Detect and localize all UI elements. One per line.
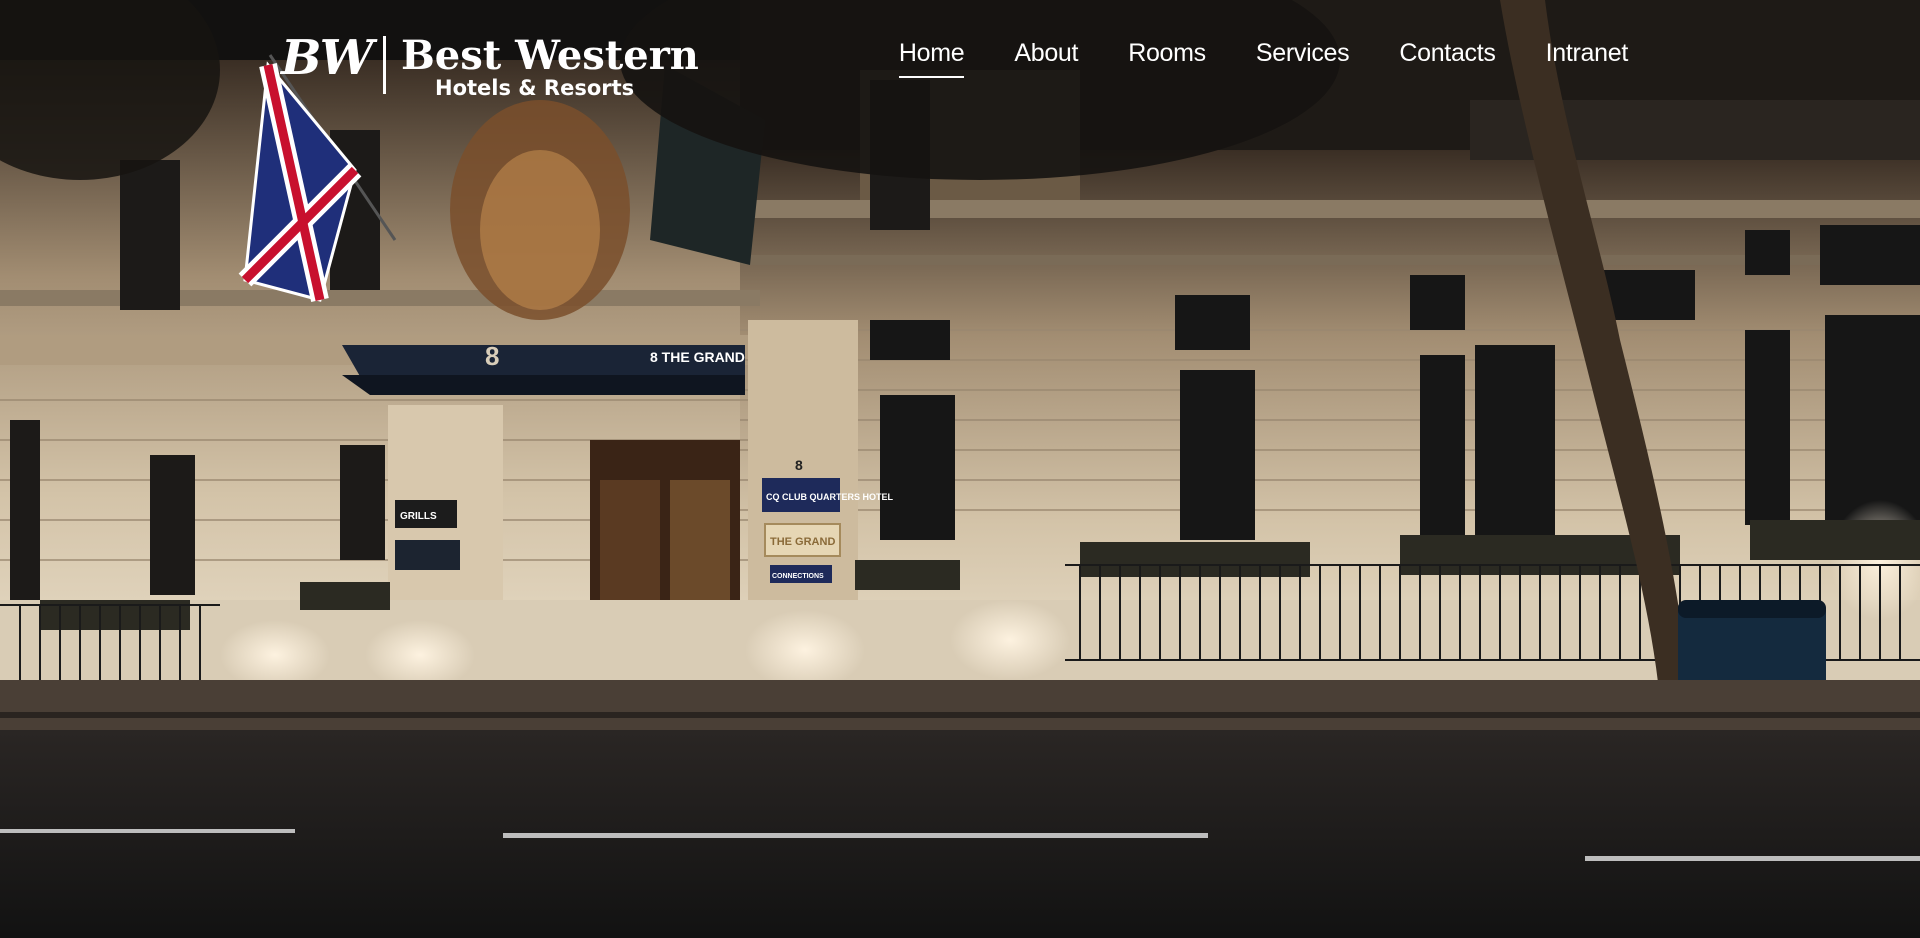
nav-item-contacts: Contacts — [1399, 36, 1496, 78]
nav-item-home: Home — [898, 36, 965, 78]
nav-link-intranet[interactable]: Intranet — [1546, 36, 1629, 78]
grand-plaque-text: THE GRAND — [770, 536, 835, 548]
connections-sign-text: CONNECTIONS — [772, 573, 824, 580]
nav-item-intranet: Intranet — [1546, 36, 1629, 78]
address-number-sign-right: 8 — [795, 457, 803, 473]
hero-background-image: 8 8 THE GRAND CQ CLUB QUARTERS HOTEL THE GR… — [0, 0, 1920, 938]
main-nav: Home About Rooms Services Contacts Intra… — [898, 36, 1629, 78]
logo-divider — [383, 36, 386, 94]
logo-brand-name: Best Western — [401, 32, 699, 79]
logo-mark: BW — [281, 30, 373, 86]
address-number-sign: 8 — [485, 341, 499, 371]
logo-tagline: Hotels & Resorts — [435, 76, 635, 100]
nav-item-services: Services — [1256, 36, 1350, 78]
nav-item-about: About — [1014, 36, 1078, 78]
cq-sign-text: CQ CLUB QUARTERS HOTEL — [766, 492, 894, 502]
nav-link-contacts[interactable]: Contacts — [1399, 36, 1496, 78]
site-header: BW Best Western Hotels & Resorts Home Ab… — [0, 18, 1920, 100]
brand-logo[interactable]: BW Best Western Hotels & Resorts — [281, 30, 699, 102]
pavement — [0, 680, 1920, 730]
nav-link-services[interactable]: Services — [1256, 36, 1350, 78]
grills-sign-text: GRILLS — [400, 511, 437, 522]
nav-item-rooms: Rooms — [1128, 36, 1206, 78]
nav-link-rooms[interactable]: Rooms — [1128, 36, 1206, 78]
nav-link-about[interactable]: About — [1014, 36, 1078, 78]
canopy-sign-text: 8 THE GRAND — [650, 349, 745, 365]
nav-link-home[interactable]: Home — [898, 36, 965, 78]
